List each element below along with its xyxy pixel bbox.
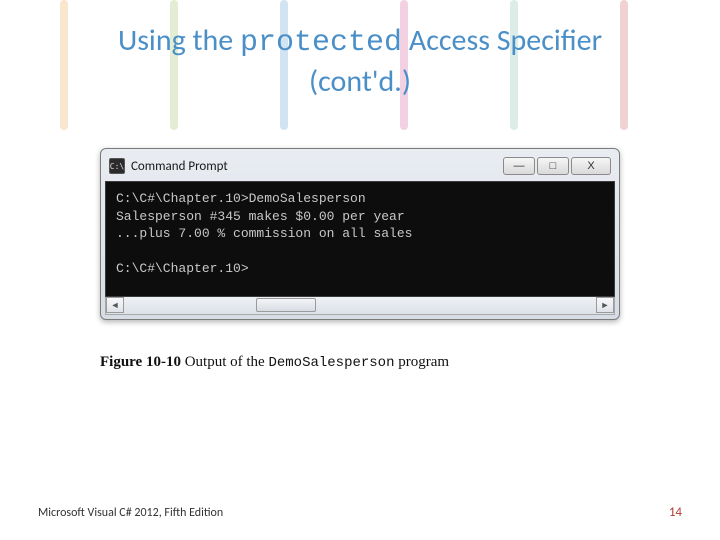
- caption-label: Figure 10-10: [100, 354, 181, 370]
- caption-post: program: [395, 354, 450, 370]
- page-number: 14: [669, 505, 682, 520]
- console-line: Salesperson #345 makes $0.00 per year: [116, 209, 405, 224]
- figure-caption: Figure 10-10 Output of the DemoSalespers…: [100, 354, 620, 371]
- figure-area: C:\ Command Prompt — □ X C:\C#\Chapter.1…: [100, 148, 620, 371]
- console-line: ...plus 7.00 % commission on all sales: [116, 226, 412, 241]
- app-icon: C:\: [109, 158, 125, 174]
- command-prompt-window: C:\ Command Prompt — □ X C:\C#\Chapter.1…: [100, 148, 620, 320]
- slide-title: Using the protected Access Specifier (co…: [0, 0, 720, 100]
- scroll-track[interactable]: [124, 297, 596, 313]
- title-code: protected: [240, 26, 402, 60]
- title-post: Access Specifier: [402, 22, 602, 59]
- scroll-left-icon[interactable]: ◄: [106, 297, 124, 313]
- close-button[interactable]: X: [571, 157, 611, 175]
- scroll-thumb[interactable]: [256, 298, 316, 312]
- console-output: C:\C#\Chapter.10>DemoSalesperson Salespe…: [105, 181, 615, 297]
- title-line2: (cont'd.): [309, 63, 411, 100]
- footer-book-title: Microsoft Visual C# 2012, Fifth Edition: [38, 506, 223, 520]
- horizontal-scrollbar[interactable]: ◄ ►: [105, 297, 615, 315]
- window-title: Command Prompt: [131, 159, 501, 174]
- scroll-right-icon[interactable]: ►: [596, 297, 614, 313]
- console-line: C:\C#\Chapter.10>DemoSalesperson: [116, 191, 366, 206]
- caption-pre: Output of the: [181, 354, 269, 370]
- maximize-button[interactable]: □: [537, 157, 569, 175]
- window-titlebar: C:\ Command Prompt — □ X: [105, 153, 615, 181]
- console-line: C:\C#\Chapter.10>: [116, 261, 249, 276]
- minimize-button[interactable]: —: [503, 157, 535, 175]
- caption-code: DemoSalesperson: [268, 355, 394, 371]
- title-pre: Using the: [118, 22, 240, 59]
- window-buttons: — □ X: [501, 157, 611, 175]
